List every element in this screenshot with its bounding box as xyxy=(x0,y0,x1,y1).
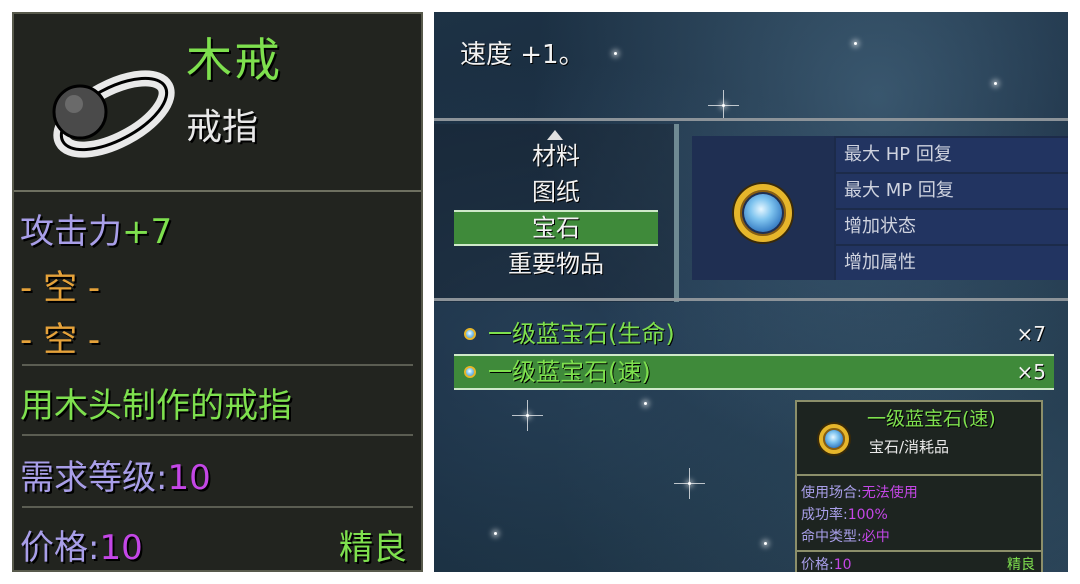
divider xyxy=(22,434,413,436)
detail-stat-row: 增加状态 xyxy=(836,210,1068,244)
price-value: 10 xyxy=(833,557,852,572)
divider xyxy=(797,550,1041,552)
frame-border xyxy=(434,298,1068,301)
level-label: 需求等级: xyxy=(20,458,168,498)
hit-label: 命中类型: xyxy=(801,529,862,545)
inventory-item-selected[interactable]: 一级蓝宝石(速) ×5 xyxy=(454,354,1054,390)
level-value: 10 xyxy=(167,458,211,498)
usage-value: 无法使用 xyxy=(861,485,918,501)
star-decoration xyxy=(854,42,857,45)
success-value: 100% xyxy=(847,507,888,523)
item-label: 一级蓝宝石(生命) xyxy=(488,320,675,348)
price-value: 10 xyxy=(99,528,143,568)
item-info-panel: 木戒 戒指 攻击力+7 - 空 - - 空 - 用木头制作的戒指 需求等级:10… xyxy=(12,12,423,572)
usage-label: 使用场合: xyxy=(801,485,862,501)
status-message: 速度 +1。 xyxy=(460,40,585,70)
detail-stat-row: 最大 HP 回复 xyxy=(836,138,1068,172)
tooltip-item-name: 一级蓝宝石(速) xyxy=(867,408,996,430)
empty-slot-2: - 空 - xyxy=(20,320,101,360)
star-decoration xyxy=(994,82,997,85)
item-name: 木戒 xyxy=(186,33,282,87)
tooltip-price: 价格:10 xyxy=(801,554,852,572)
tooltip-success-rate: 成功率:100% xyxy=(801,504,888,524)
frame-divider xyxy=(674,124,679,302)
item-type: 戒指 xyxy=(186,107,259,148)
category-materials[interactable]: 材料 xyxy=(454,140,658,172)
star-decoration xyxy=(674,468,705,499)
price: 价格:10 xyxy=(20,520,143,569)
hit-value: 必中 xyxy=(861,529,890,545)
tooltip-quality: 精良 xyxy=(1007,557,1035,572)
star-decoration xyxy=(764,542,767,545)
detail-stat-row: 最大 MP 回复 xyxy=(836,174,1068,208)
frame-border xyxy=(434,118,1068,121)
item-count: ×7 xyxy=(1016,322,1046,346)
inventory-item[interactable]: 一级蓝宝石(生命) ×7 xyxy=(454,318,1054,350)
empty-slot-1: - 空 - xyxy=(20,268,101,308)
divider xyxy=(22,506,413,508)
star-decoration xyxy=(644,402,647,405)
inventory-screen: 速度 +1。 材料 图纸 宝石 重要物品 最大 HP 回复 最大 MP 回复 增… xyxy=(434,12,1068,572)
divider xyxy=(14,190,421,192)
gem-icon xyxy=(464,366,476,378)
required-level: 需求等级:10 xyxy=(20,450,211,499)
attack-label: 攻击力 xyxy=(20,212,122,252)
star-decoration xyxy=(614,52,617,55)
attack-value: +7 xyxy=(122,212,173,252)
scroll-up-arrow-icon[interactable] xyxy=(547,130,563,140)
category-key-items[interactable]: 重要物品 xyxy=(454,248,658,280)
divider xyxy=(797,474,1041,476)
success-label: 成功率: xyxy=(801,507,848,523)
divider xyxy=(22,364,413,366)
item-count: ×5 xyxy=(1016,360,1046,384)
tooltip-item-type: 宝石/消耗品 xyxy=(869,438,950,456)
star-decoration xyxy=(494,532,497,535)
category-blueprints[interactable]: 图纸 xyxy=(454,176,658,208)
price-label: 价格: xyxy=(20,528,100,568)
category-gems[interactable]: 宝石 xyxy=(454,210,658,246)
item-description: 用木头制作的戒指 xyxy=(20,386,292,426)
detail-stat-row: 增加属性 xyxy=(836,246,1068,280)
quality-badge: 精良 xyxy=(339,528,407,568)
gem-icon xyxy=(464,328,476,340)
gem-icon-box xyxy=(692,136,834,280)
gem-core xyxy=(825,430,843,448)
star-decoration xyxy=(708,90,739,121)
price-label: 价格: xyxy=(801,557,834,572)
ring-icon xyxy=(52,70,175,158)
tooltip-hit-type: 命中类型:必中 xyxy=(801,526,890,546)
star-decoration xyxy=(512,400,543,431)
attack-stat: 攻击力+7 xyxy=(20,204,172,253)
item-label: 一级蓝宝石(速) xyxy=(488,358,651,386)
gem-core xyxy=(744,194,782,232)
tooltip-usage: 使用场合:无法使用 xyxy=(801,482,918,502)
item-tooltip: 一级蓝宝石(速) 宝石/消耗品 使用场合:无法使用 成功率:100% 命中类型:… xyxy=(795,400,1043,572)
